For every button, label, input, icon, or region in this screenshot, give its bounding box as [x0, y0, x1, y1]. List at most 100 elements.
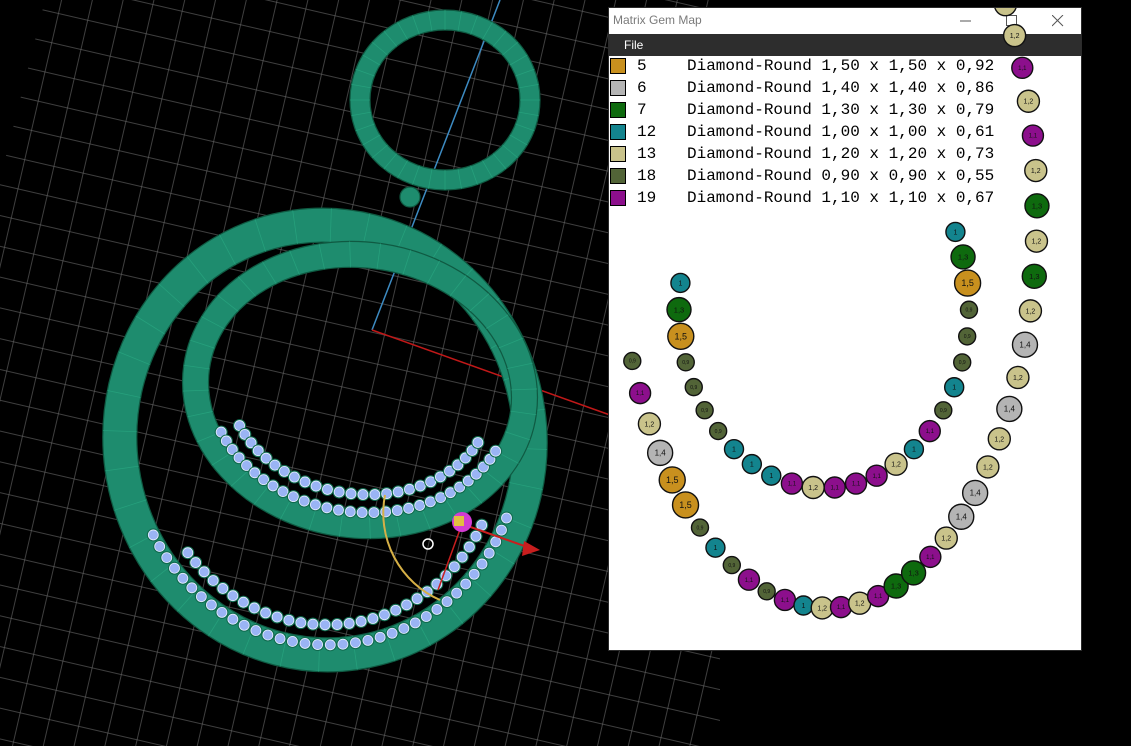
outer-arc-gem: 1,4	[961, 479, 989, 507]
svg-text:1,2: 1,2	[983, 464, 993, 471]
svg-text:1: 1	[713, 545, 717, 552]
inner-arc-gem: 0,9	[676, 353, 695, 372]
outer-arc-gem: 1,2	[1016, 89, 1041, 113]
svg-text:1,2: 1,2	[1032, 239, 1042, 246]
svg-text:1,4: 1,4	[1004, 405, 1016, 414]
svg-text:1: 1	[953, 229, 957, 236]
svg-text:1,1: 1,1	[872, 474, 881, 480]
svg-text:1,2: 1,2	[1013, 375, 1023, 382]
svg-text:1: 1	[750, 462, 754, 469]
svg-text:0,9: 0,9	[629, 359, 636, 365]
svg-text:1,5: 1,5	[675, 331, 688, 341]
svg-text:1,2: 1,2	[941, 536, 951, 543]
svg-text:1,1: 1,1	[1029, 134, 1038, 140]
outer-arc-gem: 1,1	[628, 381, 652, 405]
svg-text:1: 1	[802, 603, 806, 610]
svg-text:1,2: 1,2	[1026, 308, 1036, 315]
svg-text:0,9: 0,9	[763, 589, 770, 595]
svg-text:1,3: 1,3	[908, 568, 918, 577]
svg-text:1,1: 1,1	[852, 482, 861, 488]
svg-text:1,5: 1,5	[679, 500, 692, 510]
outer-arc-gem: 1,3	[1021, 263, 1047, 289]
outer-arc-gem: 1,4	[646, 439, 674, 467]
svg-text:0,9: 0,9	[682, 360, 689, 366]
svg-text:1,2: 1,2	[817, 605, 827, 612]
outer-arc-gem: 1,2	[987, 427, 1011, 451]
outer-arc-gem: 1,1	[1011, 56, 1034, 80]
outer-arc-gem: 1,2	[637, 412, 662, 436]
svg-text:1,5: 1,5	[961, 278, 974, 288]
svg-text:1,3: 1,3	[1029, 272, 1039, 281]
svg-text:1,3: 1,3	[891, 582, 901, 591]
svg-text:1,1: 1,1	[781, 598, 790, 604]
outer-arc-gem: 1,2	[1006, 365, 1030, 390]
inner-arc-gem: 1	[723, 438, 745, 460]
svg-text:1,1: 1,1	[837, 605, 846, 611]
svg-text:1,1: 1,1	[788, 482, 797, 488]
svg-text:1,4: 1,4	[970, 489, 982, 498]
outer-arc-gem: 1,2	[1024, 158, 1048, 183]
svg-text:1,1: 1,1	[831, 486, 840, 492]
outer-arc-gem: 0,9	[757, 582, 776, 601]
inner-arc-gem: 0,9	[957, 327, 977, 346]
inner-arc-gem: 1	[903, 439, 925, 460]
svg-text:1: 1	[912, 447, 916, 454]
outer-arc-gem: 1,1	[1021, 124, 1045, 147]
inner-arc-gem: 1,5	[667, 322, 695, 350]
svg-text:0,9: 0,9	[966, 308, 973, 314]
outer-arc-gem: 1,1	[919, 545, 942, 569]
outer-arc-gem: 1,5	[658, 466, 686, 494]
svg-text:1,3: 1,3	[1032, 201, 1042, 210]
gem-map-canvas: 1 1,3 1,5 0,9 0,9 0,9 0,9 1 1 1 1,1 1,2 1,1 1,1 1,1 1,2…	[623, 8, 1050, 620]
connector-joint	[399, 186, 421, 208]
svg-text:0,9: 0,9	[715, 429, 722, 435]
svg-text:1,1: 1,1	[745, 578, 754, 584]
inner-arc-gem: 1,1	[780, 472, 804, 495]
inner-arc-gem: 0,9	[695, 401, 714, 420]
outer-arc-gem: 0,9	[623, 351, 642, 371]
svg-text:1,4: 1,4	[655, 449, 667, 458]
outer-arc-gem: 1,2	[934, 526, 958, 550]
inner-arc-gem: 1,1	[844, 472, 868, 495]
svg-text:1: 1	[952, 385, 956, 392]
outer-arc-gem: 1,2	[1002, 23, 1027, 48]
svg-text:1,2: 1,2	[645, 421, 655, 428]
gem-map-window: Matrix Gem Map File 5 Diamond-Round 1,50 …	[609, 8, 1081, 650]
inner-arc-gem: 1,3	[950, 244, 976, 270]
inner-arc-gem: 1,2	[801, 475, 825, 500]
svg-text:0,9: 0,9	[701, 408, 708, 414]
outer-arc-gem: 1,2	[1024, 229, 1049, 253]
outer-arc-gem: 0,9	[722, 555, 742, 575]
svg-text:0,9: 0,9	[697, 525, 704, 531]
outer-arc-gem: 1,3	[900, 560, 927, 586]
outer-arc-gem: 0,9	[690, 518, 710, 537]
svg-text:1,3: 1,3	[674, 305, 684, 314]
svg-text:1,1: 1,1	[1018, 66, 1027, 72]
svg-text:1,1: 1,1	[926, 555, 935, 561]
inner-arc-gem: 0,9	[953, 353, 972, 372]
inner-arc-gem: 1,5	[953, 269, 982, 297]
inner-arc-gem: 1	[945, 221, 966, 243]
inner-arc-gem: 0,9	[708, 421, 728, 441]
inner-arc-gem: 1,2	[884, 452, 908, 476]
outer-arc-gem: 1,2	[994, 8, 1017, 17]
svg-text:1,2: 1,2	[994, 436, 1004, 443]
outer-arc-gem: 1,2	[1018, 299, 1043, 323]
svg-text:1,2: 1,2	[808, 485, 818, 492]
inner-arc-gem: 0,9	[684, 377, 703, 397]
svg-text:0,9: 0,9	[959, 360, 966, 366]
svg-text:1,2: 1,2	[855, 601, 865, 608]
svg-text:1,2: 1,2	[1010, 33, 1020, 40]
outer-arc-gem: 1	[705, 537, 726, 558]
svg-text:1: 1	[732, 447, 736, 454]
svg-text:1: 1	[769, 473, 773, 480]
svg-text:1,4: 1,4	[956, 513, 968, 522]
outer-arc-gem: 1,4	[948, 503, 975, 530]
svg-text:1,2: 1,2	[1024, 99, 1034, 106]
svg-text:1,4: 1,4	[1019, 341, 1031, 350]
svg-text:1,2: 1,2	[891, 462, 901, 469]
inner-arc-gem: 1	[761, 465, 782, 486]
svg-text:1,1: 1,1	[874, 594, 883, 600]
inner-arc-gem: 0,9	[959, 300, 979, 319]
svg-text:0,9: 0,9	[964, 334, 971, 340]
